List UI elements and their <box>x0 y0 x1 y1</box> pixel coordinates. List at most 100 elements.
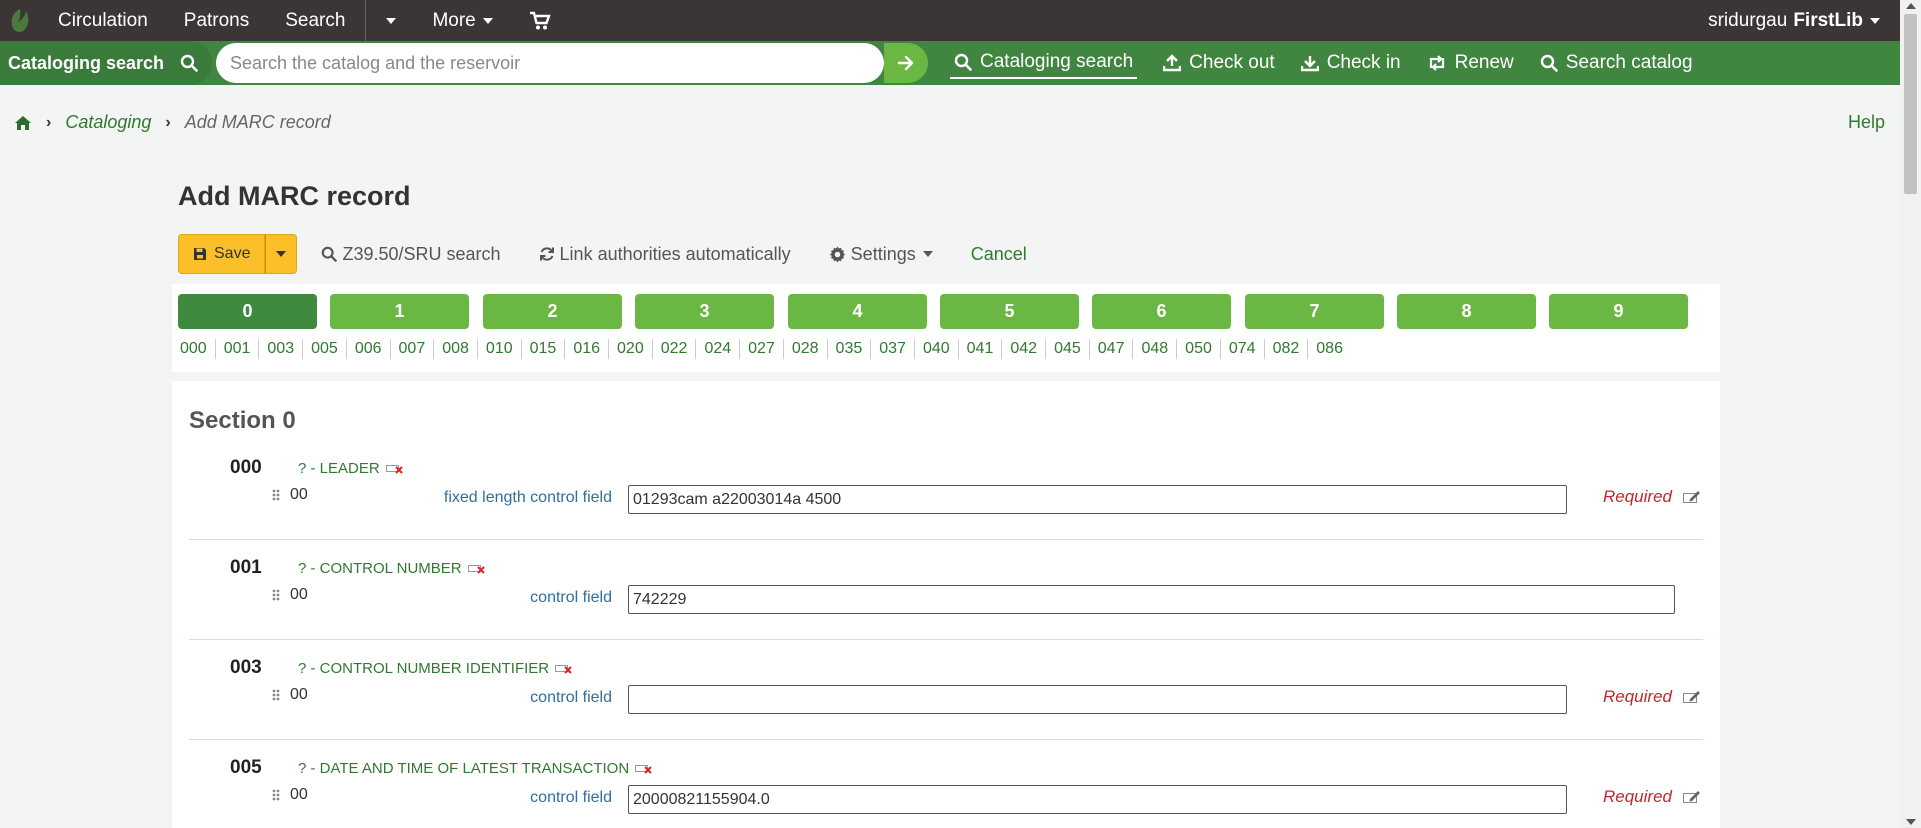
field-link[interactable]: 086 <box>1308 339 1351 359</box>
nav-circulation[interactable]: Circulation <box>40 0 166 41</box>
field-link[interactable]: 010 <box>478 339 522 359</box>
field-link[interactable]: 047 <box>1090 339 1134 359</box>
gear-icon <box>829 246 845 262</box>
tag-003: 003 ? - CONTROL NUMBER IDENTIFIER 00 con… <box>189 657 1703 740</box>
breadcrumb-cataloging[interactable]: Cataloging <box>65 112 151 133</box>
tab-5[interactable]: 5 <box>940 294 1079 329</box>
drag-handle-icon[interactable] <box>272 689 280 701</box>
leader-input[interactable]: 01293cam a22003014a 4500 <box>628 485 1567 514</box>
search-icon <box>322 246 338 262</box>
vertical-scrollbar[interactable] <box>1900 0 1921 828</box>
catalog-search-input[interactable] <box>216 43 884 83</box>
search-type-label: Cataloging search <box>8 52 165 73</box>
tag-001: 001 ? - CONTROL NUMBER 00 control field … <box>189 557 1703 640</box>
field-link[interactable]: 016 <box>565 339 610 359</box>
delete-tag-icon[interactable] <box>385 463 404 475</box>
field-link[interactable]: 024 <box>696 339 741 359</box>
tab-2[interactable]: 2 <box>483 294 622 329</box>
field-link[interactable]: 000 <box>172 339 216 359</box>
drag-handle-icon[interactable] <box>272 589 280 601</box>
tab-8[interactable]: 8 <box>1397 294 1536 329</box>
field-link[interactable]: 020 <box>609 339 653 359</box>
field-link[interactable]: 074 <box>1221 339 1265 359</box>
search-submit-button[interactable] <box>884 43 928 83</box>
tab-4[interactable]: 4 <box>788 294 927 329</box>
delete-tag-icon[interactable] <box>635 763 653 775</box>
cart-button[interactable] <box>511 0 569 41</box>
field-link[interactable]: 015 <box>522 339 566 359</box>
drag-handle-icon[interactable] <box>272 489 280 501</box>
tag-title[interactable]: ? - CONTROL NUMBER <box>298 560 486 577</box>
field-link[interactable]: 027 <box>740 339 784 359</box>
checkin-link[interactable]: Check in <box>1300 47 1401 79</box>
cataloging-search-link[interactable]: Cataloging search <box>950 47 1138 79</box>
field-link[interactable]: 042 <box>1002 339 1047 359</box>
scroll-down-icon[interactable] <box>1906 819 1916 825</box>
field-link[interactable]: 035 <box>828 339 872 359</box>
z3950-search-button[interactable]: Z39.50/SRU search <box>321 244 501 265</box>
field-link[interactable]: 050 <box>1177 339 1221 359</box>
tag-title[interactable]: ? - LEADER <box>298 460 404 477</box>
scrollbar-thumb[interactable] <box>1904 14 1917 194</box>
edit-plugin-icon[interactable] <box>1683 490 1701 504</box>
field-link[interactable]: 082 <box>1265 339 1309 359</box>
field-link[interactable]: 041 <box>959 339 1003 359</box>
field-link[interactable]: 022 <box>653 339 697 359</box>
tab-0[interactable]: 0 <box>178 294 317 329</box>
field-link[interactable]: 040 <box>915 339 959 359</box>
arrow-right-icon <box>897 55 914 71</box>
tab-9[interactable]: 9 <box>1549 294 1688 329</box>
field-link[interactable]: 001 <box>216 339 260 359</box>
field-link[interactable]: 028 <box>784 339 828 359</box>
section-0: Section 0 000 ? - LEADER 00 fixed length… <box>172 381 1720 828</box>
search-catalog-link[interactable]: Search catalog <box>1540 47 1693 79</box>
koha-logo-icon[interactable] <box>0 0 40 41</box>
page-title: Add MARC record <box>178 181 411 211</box>
save-button[interactable]: Save <box>178 234 266 274</box>
control-number-identifier-input[interactable] <box>628 685 1567 714</box>
home-icon[interactable] <box>14 115 32 131</box>
subfield-label: control field <box>530 689 612 706</box>
delete-tag-icon[interactable] <box>467 563 486 575</box>
edit-plugin-icon[interactable] <box>1683 690 1701 704</box>
tag-number: 003 <box>230 657 262 678</box>
edit-plugin-icon[interactable] <box>1683 790 1701 804</box>
chevron-down-icon <box>482 17 493 24</box>
renew-link[interactable]: Renew <box>1427 47 1514 79</box>
nav-search[interactable]: Search <box>267 0 363 41</box>
user-menu[interactable]: sridurgau FirstLib <box>1708 0 1880 41</box>
tag-title[interactable]: ? - CONTROL NUMBER IDENTIFIER <box>298 660 573 677</box>
quick-links: Cataloging search Check out Check in Ren… <box>950 41 1719 85</box>
field-link[interactable]: 007 <box>391 339 435 359</box>
field-link[interactable]: 006 <box>347 339 391 359</box>
field-link[interactable]: 008 <box>434 339 478 359</box>
tab-1[interactable]: 1 <box>330 294 469 329</box>
search-dropdown-toggle[interactable] <box>368 0 414 41</box>
subfield-label: control field <box>530 789 612 806</box>
chevron-right-icon: › <box>165 113 171 131</box>
nav-more[interactable]: More <box>414 0 510 41</box>
scroll-up-icon[interactable] <box>1906 3 1916 9</box>
link-authorities-button[interactable]: Link authorities automatically <box>539 244 791 265</box>
help-link[interactable]: Help <box>1848 112 1885 133</box>
tab-3[interactable]: 3 <box>635 294 774 329</box>
field-link[interactable]: 003 <box>259 339 304 359</box>
field-link[interactable]: 037 <box>871 339 915 359</box>
search-type-selector[interactable]: Cataloging search <box>0 41 213 85</box>
tab-7[interactable]: 7 <box>1245 294 1384 329</box>
tab-6[interactable]: 6 <box>1092 294 1231 329</box>
cancel-link[interactable]: Cancel <box>971 244 1027 265</box>
field-link[interactable]: 005 <box>303 339 347 359</box>
checkout-link[interactable]: Check out <box>1163 47 1275 79</box>
field-link[interactable]: 048 <box>1133 339 1178 359</box>
save-options-dropdown[interactable] <box>265 234 298 274</box>
tag-title[interactable]: ? - DATE AND TIME OF LATEST TRANSACTION <box>298 760 653 777</box>
delete-tag-icon[interactable] <box>555 663 573 675</box>
library-name: FirstLib <box>1793 9 1863 31</box>
drag-handle-icon[interactable] <box>272 789 280 801</box>
nav-patrons[interactable]: Patrons <box>166 0 267 41</box>
field-link[interactable]: 045 <box>1046 339 1090 359</box>
control-number-input[interactable]: 742229 <box>628 585 1675 614</box>
settings-dropdown[interactable]: Settings <box>829 244 933 265</box>
transaction-datetime-input[interactable]: 20000821155904.0 <box>628 785 1567 814</box>
